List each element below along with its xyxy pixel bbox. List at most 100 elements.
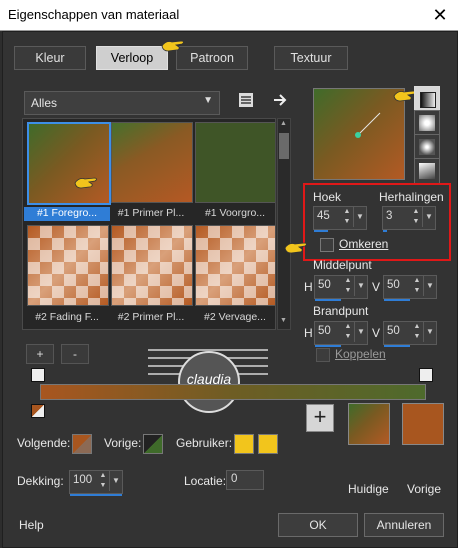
gallery-item-label: #1 Voorgro... xyxy=(204,207,266,219)
gallery-item-3[interactable] xyxy=(195,122,275,203)
tab-patroon[interactable]: Patroon xyxy=(176,46,248,70)
focal-v-slider-bar[interactable] xyxy=(384,345,410,347)
dropdown-arrow-icon[interactable]: ▼ xyxy=(423,276,436,296)
arrow-right-icon[interactable] xyxy=(272,92,288,108)
prev-label: Vorige: xyxy=(104,436,142,450)
gallery-item-6[interactable] xyxy=(195,225,275,306)
remove-gradient-button[interactable]: - xyxy=(61,344,89,364)
angle-label: Hoek xyxy=(313,190,342,204)
conical-gradient-tool-icon[interactable] xyxy=(414,158,440,184)
add-to-palette-button[interactable]: + xyxy=(306,404,334,432)
spin-up-icon[interactable]: ▲ xyxy=(411,207,421,217)
gallery-item-2[interactable] xyxy=(111,122,193,203)
chevron-down-icon: ▼ xyxy=(203,95,213,106)
gallery-item-label: #1 Primer Pl... xyxy=(117,207,185,219)
opacity-slider-bar[interactable] xyxy=(70,494,122,496)
user-swatch[interactable] xyxy=(234,434,254,454)
previous-swatch[interactable] xyxy=(402,403,444,445)
link-checkbox[interactable] xyxy=(316,348,330,362)
repeats-spinner[interactable]: 3 ▲ ▼ ▼ xyxy=(382,206,436,232)
focal-v-value: 50 xyxy=(387,325,400,337)
spin-down-icon[interactable]: ▼ xyxy=(98,481,108,491)
opacity-stop-right[interactable] xyxy=(419,368,433,382)
midpoint-label: Middelpunt xyxy=(313,258,372,272)
angle-spinner[interactable]: 45 ▲ ▼ ▼ xyxy=(313,206,367,232)
midpoint-h-value: 50 xyxy=(318,279,331,291)
gallery-scrollbar[interactable]: ▲ ▼ xyxy=(277,118,291,330)
user-label: Gebruiker: xyxy=(176,436,233,450)
title-bar: Eigenschappen van materiaal ✕ xyxy=(0,0,458,31)
midpoint-h-spinner[interactable]: 50 ▲ ▼ ▼ xyxy=(314,275,368,301)
dropdown-arrow-icon[interactable]: ▼ xyxy=(423,322,436,342)
dropdown-arrow-icon[interactable]: ▼ xyxy=(422,207,435,227)
opacity-spinner[interactable]: 100 ▲ ▼ ▼ xyxy=(69,470,123,496)
dropdown-arrow-icon[interactable]: ▼ xyxy=(354,276,367,296)
repeats-value: 3 xyxy=(386,210,393,222)
linear-gradient-tool-icon[interactable] xyxy=(414,86,440,112)
spin-up-icon[interactable]: ▲ xyxy=(412,276,422,286)
focal-h-spinner[interactable]: 50 ▲ ▼ ▼ xyxy=(314,321,368,347)
spin-up-icon[interactable]: ▲ xyxy=(343,276,353,286)
scroll-down-icon[interactable]: ▼ xyxy=(280,317,287,324)
spin-down-icon[interactable]: ▼ xyxy=(343,332,353,342)
location-input[interactable]: 0 xyxy=(226,470,264,490)
angle-handle-icon[interactable] xyxy=(314,89,404,179)
invert-label: Omkeren xyxy=(339,237,389,251)
library-icon[interactable] xyxy=(238,92,254,108)
category-dropdown[interactable]: Alles ▼ xyxy=(24,91,220,115)
prev-swatch[interactable] xyxy=(143,434,163,454)
gallery-item-4[interactable] xyxy=(27,225,109,306)
repeats-slider-bar[interactable] xyxy=(383,230,387,232)
dropdown-arrow-icon[interactable]: ▼ xyxy=(353,207,366,227)
gallery-item-5[interactable] xyxy=(111,225,193,306)
spin-down-icon[interactable]: ▼ xyxy=(343,286,353,296)
current-swatch[interactable] xyxy=(348,403,390,445)
rectangular-gradient-tool-icon[interactable] xyxy=(414,110,440,136)
spin-down-icon[interactable]: ▼ xyxy=(411,217,421,227)
spin-up-icon[interactable]: ▲ xyxy=(342,207,352,217)
midpoint-v-label: V xyxy=(372,280,381,294)
next-swatch[interactable] xyxy=(72,434,92,454)
focal-label: Brandpunt xyxy=(313,304,369,318)
current-label: Huidige xyxy=(348,482,389,496)
opacity-label: Dekking: xyxy=(17,474,64,488)
help-button[interactable]: Help xyxy=(19,518,44,532)
invert-checkbox[interactable] xyxy=(320,238,334,252)
color-stop-left[interactable] xyxy=(31,404,45,418)
spin-up-icon[interactable]: ▲ xyxy=(98,471,108,481)
tab-kleur[interactable]: Kleur xyxy=(14,46,86,70)
focal-v-label: V xyxy=(372,326,381,340)
scrollbar-thumb[interactable] xyxy=(279,133,289,159)
cancel-button[interactable]: Annuleren xyxy=(364,513,444,537)
spin-up-icon[interactable]: ▲ xyxy=(412,322,422,332)
midpoint-v-spinner[interactable]: 50 ▲ ▼ ▼ xyxy=(383,275,437,301)
opacity-stop-left[interactable] xyxy=(31,368,45,382)
tab-textuur[interactable]: Textuur xyxy=(274,46,348,70)
radial-gradient-tool-icon[interactable] xyxy=(414,134,440,160)
dropdown-arrow-icon[interactable]: ▼ xyxy=(354,322,367,342)
midpoint-v-slider-bar[interactable] xyxy=(384,299,410,301)
close-icon[interactable]: ✕ xyxy=(428,3,452,27)
dropdown-arrow-icon[interactable]: ▼ xyxy=(109,471,122,491)
scroll-up-icon[interactable]: ▲ xyxy=(280,120,287,127)
tab-verloop[interactable]: Verloop xyxy=(96,46,168,70)
focal-v-spinner[interactable]: 50 ▲ ▼ ▼ xyxy=(383,321,437,347)
angle-value: 45 xyxy=(317,210,330,222)
spin-up-icon[interactable]: ▲ xyxy=(343,322,353,332)
user-swatch-2[interactable] xyxy=(258,434,278,454)
category-value: Alles xyxy=(31,96,58,110)
repeats-label: Herhalingen xyxy=(379,190,444,204)
spin-down-icon[interactable]: ▼ xyxy=(412,332,422,342)
midpoint-h-label: H xyxy=(304,280,313,294)
add-gradient-button[interactable]: + xyxy=(26,344,54,364)
gallery-item-1[interactable] xyxy=(27,122,111,205)
spin-down-icon[interactable]: ▼ xyxy=(342,217,352,227)
gradient-editor-bar[interactable] xyxy=(40,384,426,400)
angle-slider-bar[interactable] xyxy=(314,230,328,232)
pointer-hand-icon xyxy=(284,242,307,254)
spin-down-icon[interactable]: ▼ xyxy=(412,286,422,296)
gallery-item-label: #2 Primer Pl... xyxy=(117,311,185,323)
ok-button[interactable]: OK xyxy=(278,513,358,537)
midpoint-h-slider-bar[interactable] xyxy=(315,299,341,301)
location-label: Locatie: xyxy=(184,474,227,488)
